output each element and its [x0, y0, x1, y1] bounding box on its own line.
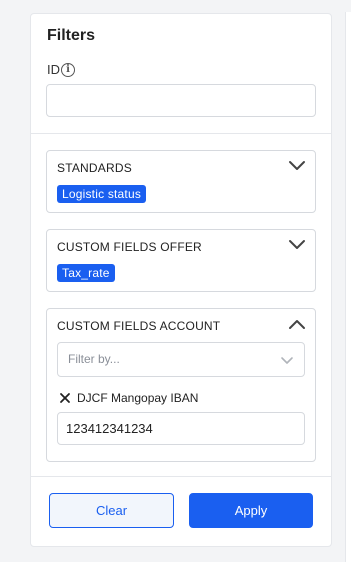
- account-section: CUSTOM FIELDS ACCOUNT Filter by... DJCF …: [46, 308, 316, 462]
- filter-by-select[interactable]: Filter by...: [57, 342, 305, 377]
- filter-by-placeholder: Filter by...: [68, 352, 120, 366]
- chevron-up-icon[interactable]: [287, 315, 307, 333]
- offer-chip[interactable]: Tax_rate: [57, 264, 115, 282]
- clear-button[interactable]: Clear: [49, 493, 174, 528]
- apply-button[interactable]: Apply: [189, 493, 313, 528]
- filters-panel: Filters ID i STANDARDS Logistic status C…: [30, 13, 332, 547]
- chevron-down-icon[interactable]: [287, 157, 307, 175]
- id-input[interactable]: [46, 84, 316, 117]
- chevron-down-icon: [281, 357, 293, 364]
- offer-header: CUSTOM FIELDS OFFER: [57, 240, 202, 254]
- standards-header: STANDARDS: [57, 161, 132, 175]
- field-label: DJCF Mangopay IBAN: [77, 391, 199, 405]
- iban-input[interactable]: [57, 412, 305, 445]
- id-label-row: ID i: [47, 62, 75, 77]
- adjacent-panel-edge: [345, 12, 351, 562]
- chevron-down-icon[interactable]: [287, 236, 307, 254]
- id-label: ID: [47, 62, 60, 77]
- standards-chip[interactable]: Logistic status: [57, 185, 147, 203]
- close-icon[interactable]: [59, 392, 71, 404]
- divider: [31, 133, 331, 134]
- account-header: CUSTOM FIELDS ACCOUNT: [57, 319, 221, 333]
- field-label-row: DJCF Mangopay IBAN: [59, 391, 198, 405]
- panel-title: Filters: [47, 27, 96, 44]
- info-icon[interactable]: i: [61, 62, 75, 77]
- offer-section: CUSTOM FIELDS OFFER Tax_rate: [46, 229, 316, 292]
- standards-section: STANDARDS Logistic status: [46, 150, 316, 213]
- divider: [31, 476, 331, 477]
